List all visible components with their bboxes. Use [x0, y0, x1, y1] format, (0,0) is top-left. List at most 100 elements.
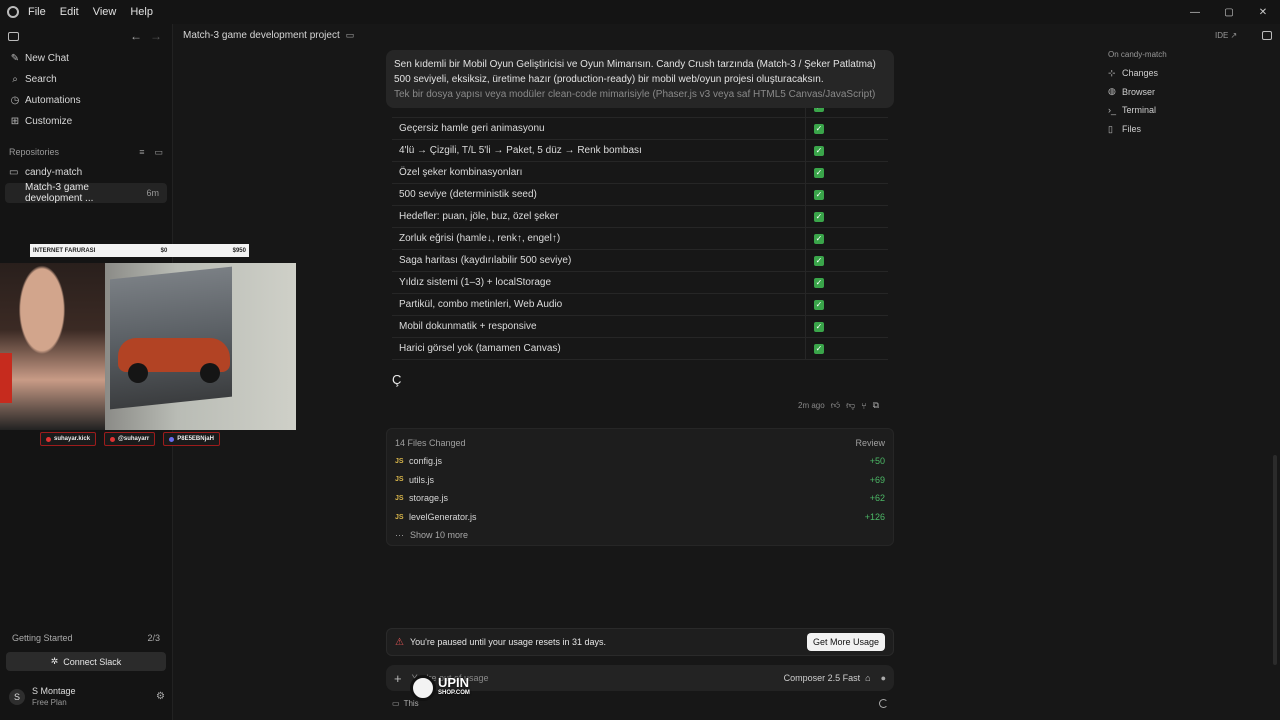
review-button[interactable]: Review: [855, 438, 885, 448]
slack-icon: ✲: [50, 656, 59, 666]
files-icon: ▯: [1108, 123, 1113, 134]
sidebar-item-search[interactable]: ⌕ Search: [0, 69, 172, 90]
thumbs-up-icon[interactable]: 👍︎: [831, 400, 840, 411]
stream-goal-start: $0: [160, 247, 168, 254]
streamer-image: [0, 263, 105, 430]
sidebar-item-automations[interactable]: ◷ Automations: [0, 90, 172, 111]
check-icon: ✓: [814, 167, 824, 178]
table-row: Özel şeker kombinasyonları ✓: [392, 162, 888, 184]
repo-name: candy-match: [25, 167, 83, 178]
file-row[interactable]: JS storage.js +62: [395, 489, 885, 508]
check-icon: ✓: [814, 299, 824, 310]
files-changed-card: 14 Files Changed Review JS config.js +50…: [386, 428, 894, 546]
scrollbar[interactable]: [1273, 455, 1277, 665]
automations-icon: ◷: [10, 95, 20, 106]
file-row[interactable]: JS utils.js +69: [395, 471, 885, 490]
getting-started-label: Getting Started: [12, 633, 73, 643]
message-time: 2m ago: [798, 401, 825, 410]
globe-icon: ◍: [1108, 86, 1116, 97]
microphone-icon[interactable]: ●: [881, 673, 886, 683]
ellipsis-icon: ···: [395, 530, 404, 541]
social-kick: suhayar.kick: [40, 432, 97, 446]
table-row: Partikül, combo metinleri, Web Audio ✓: [392, 294, 888, 316]
user-profile[interactable]: S S Montage Free Plan ⚙: [9, 686, 165, 707]
sidebar-item-new-chat[interactable]: ✎ New Chat: [0, 48, 172, 69]
table-row: 500 seviye (deterministik seed) ✓: [392, 184, 888, 206]
fork-icon[interactable]: ⑂: [861, 401, 866, 411]
maximize-button[interactable]: ▢: [1212, 0, 1246, 24]
sidebar-item-label: Automations: [25, 95, 81, 106]
add-attachment-icon[interactable]: +: [394, 671, 402, 686]
check-icon: ✓: [814, 255, 824, 266]
search-icon: ⌕: [12, 74, 18, 85]
menu-file[interactable]: File: [28, 6, 46, 18]
copy-icon[interactable]: ⧉: [873, 400, 879, 411]
message-actions: 2m ago 👍︎ 👎︎ ⑂ ⧉: [798, 400, 879, 411]
menu-edit[interactable]: Edit: [60, 6, 79, 18]
page-title-bar: Match-3 game development project ▭: [183, 30, 354, 41]
file-row[interactable]: JS levelGenerator.js +126: [395, 508, 885, 527]
table-row: Geçersiz hamle geri animasyonu ✓: [392, 118, 888, 140]
file-row[interactable]: JS config.js +50: [395, 452, 885, 471]
prompt-line-1: Sen kıdemli bir Mobil Oyun Geliştiricisi…: [394, 59, 876, 70]
sidebar-item-label: New Chat: [25, 53, 69, 64]
feature-table: ✓ Geçersiz hamle geri animasyonu✓ 4'lü →…: [392, 96, 888, 360]
avatar: S: [9, 688, 25, 705]
new-folder-icon[interactable]: ▭: [154, 147, 163, 158]
check-icon: ✓: [814, 343, 824, 354]
js-file-icon: JS: [395, 457, 404, 465]
paused-message: You're paused until your usage resets in…: [409, 637, 606, 647]
chat-item[interactable]: Match-3 game development ... 6m: [5, 182, 167, 204]
sidebar-item-customize[interactable]: ⊞ Customize: [0, 111, 172, 132]
check-icon: ✓: [814, 145, 824, 156]
user-name: S Montage: [32, 686, 76, 696]
model-selector[interactable]: Composer 2.5 Fast ⌂: [784, 673, 871, 683]
folder-icon: ▭: [9, 167, 19, 178]
connect-slack-button[interactable]: ✲ Connect Slack: [6, 652, 166, 671]
close-button[interactable]: ✕: [1246, 0, 1280, 24]
show-more-button[interactable]: ··· Show 10 more: [395, 526, 885, 544]
laptop-icon: ▭: [392, 699, 400, 708]
chat-time: 6m: [146, 188, 159, 198]
thumbs-down-icon[interactable]: 👎︎: [846, 400, 855, 411]
menu-view[interactable]: View: [93, 6, 117, 18]
laptop-icon: ▭: [345, 30, 355, 40]
panel-toggle-icon[interactable]: [1262, 31, 1272, 40]
right-item-terminal[interactable]: ›_ Terminal: [1108, 101, 1167, 120]
user-prompt[interactable]: Sen kıdemli bir Mobil Oyun Geliştiricisi…: [386, 50, 894, 108]
check-icon: ✓: [814, 277, 824, 288]
gear-icon[interactable]: ⚙: [156, 691, 165, 702]
repo-item[interactable]: ▭ candy-match: [0, 162, 172, 183]
js-file-icon: JS: [395, 494, 404, 502]
user-plan: Free Plan: [32, 698, 67, 707]
filter-icon[interactable]: ≡: [139, 147, 144, 158]
right-item-browser[interactable]: ◍ Browser: [1108, 83, 1167, 102]
right-item-files[interactable]: ▯ Files: [1108, 120, 1167, 139]
table-row: Saga haritası (kaydırılabilir 500 seviye…: [392, 250, 888, 272]
window-controls: — ▢ ✕: [1178, 0, 1280, 24]
right-panel-header: On candy-match: [1108, 50, 1167, 59]
table-row: Mobil dokunmatik + responsive ✓: [392, 316, 888, 338]
stream-goal-label: INTERNET FARURASI: [33, 247, 96, 254]
stream-goal-bar: INTERNET FARURASI $0 $950: [30, 244, 249, 257]
js-file-icon: JS: [395, 513, 404, 521]
webcam-overlay: [0, 263, 296, 430]
back-arrow-icon[interactable]: ←: [130, 29, 142, 43]
minimize-button[interactable]: —: [1178, 0, 1212, 24]
menu-help[interactable]: Help: [130, 6, 153, 18]
sidebar-toggle-icon[interactable]: [8, 31, 19, 41]
lock-icon: ⌂: [865, 673, 871, 683]
right-item-changes[interactable]: ⊹ Changes: [1108, 64, 1167, 83]
panda-logo-icon: [410, 675, 436, 701]
new-chat-icon: ✎: [10, 53, 20, 64]
files-changed-title: 14 Files Changed: [395, 438, 466, 448]
ide-link[interactable]: IDE ↗: [1215, 31, 1237, 40]
page-title: Match-3 game development project: [183, 30, 340, 41]
changes-icon: ⊹: [1108, 67, 1116, 78]
get-more-usage-button[interactable]: Get More Usage: [806, 633, 885, 651]
table-row: Hedefler: puan, jöle, buz, özel şeker ✓: [392, 206, 888, 228]
social-instagram: @suhayarr: [104, 432, 156, 446]
forward-arrow-icon[interactable]: →: [150, 29, 162, 43]
customize-icon: ⊞: [10, 116, 20, 127]
prompt-line-3: Tek bir dosya yapısı veya modüler clean-…: [394, 89, 876, 100]
